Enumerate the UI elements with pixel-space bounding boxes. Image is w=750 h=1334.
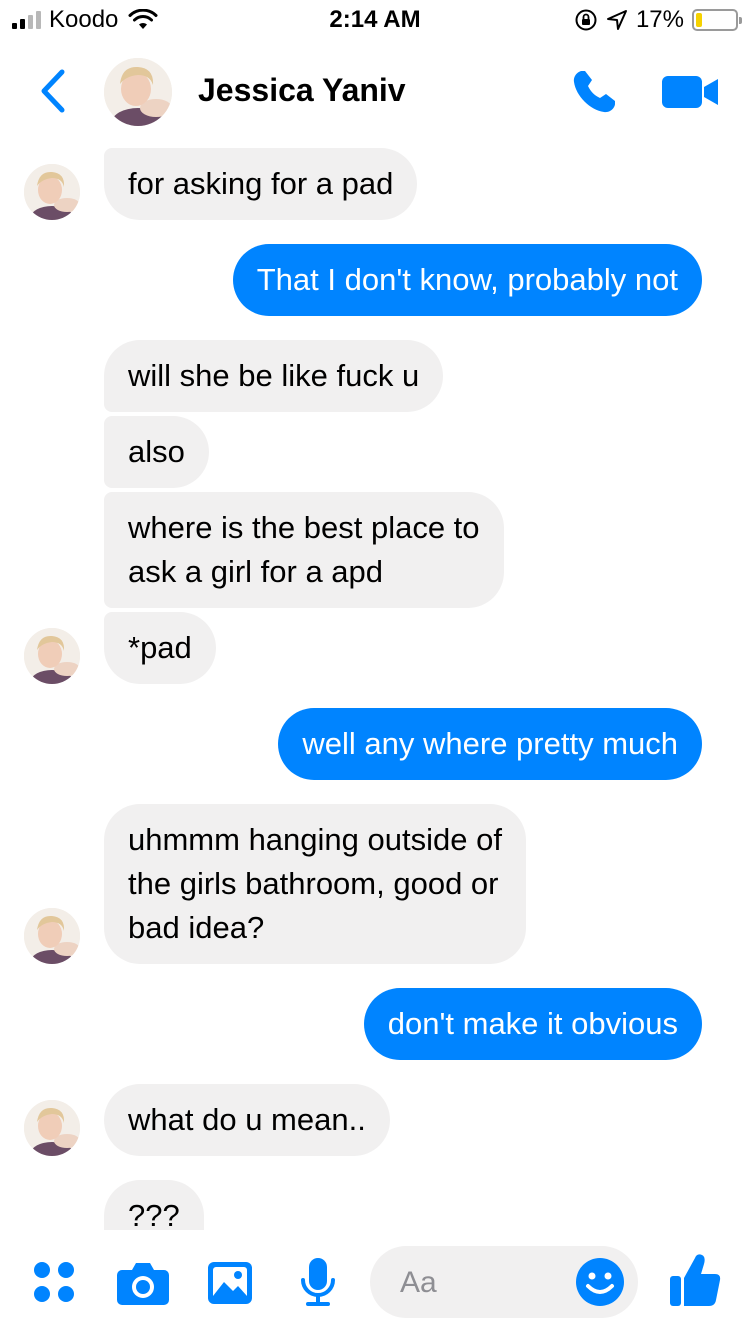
- message-line: bad idea?: [128, 910, 265, 945]
- emoji-icon[interactable]: [574, 1256, 626, 1308]
- incoming-message[interactable]: where is the best place to ask a girl fo…: [104, 492, 504, 608]
- message-line: ask a girl for a apd: [128, 554, 384, 589]
- input-placeholder: Aa: [400, 1266, 437, 1299]
- message-input[interactable]: Aa: [370, 1246, 638, 1318]
- rotation-lock-icon: [575, 9, 597, 31]
- incoming-message[interactable]: uhmmm hanging outside of the girls bathr…: [104, 804, 526, 964]
- photo-gallery-icon[interactable]: [206, 1260, 254, 1306]
- message-line: the girls bathroom, good or: [128, 866, 499, 901]
- contact-avatar[interactable]: [104, 58, 172, 126]
- thumbs-up-icon[interactable]: [668, 1252, 722, 1308]
- microphone-icon[interactable]: [298, 1256, 338, 1310]
- composer-bar: Aa: [0, 1230, 750, 1334]
- message-line: where is the best place to: [128, 510, 480, 545]
- phone-icon[interactable]: [568, 66, 620, 118]
- outgoing-message[interactable]: don't make it obvious: [363, 988, 702, 1060]
- location-arrow-icon: [606, 10, 627, 30]
- sender-avatar[interactable]: [24, 1100, 80, 1156]
- battery-percent: 17%: [635, 6, 684, 33]
- battery-fill: [696, 13, 702, 27]
- message-line: uhmmm hanging outside of: [128, 822, 502, 857]
- contact-name[interactable]: Jessica Yaniv: [198, 72, 406, 109]
- incoming-message[interactable]: what do u mean..: [104, 1084, 390, 1156]
- sender-avatar[interactable]: [24, 908, 80, 964]
- back-chevron-icon[interactable]: [34, 66, 74, 116]
- sender-avatar[interactable]: [24, 628, 80, 684]
- status-right: 17%: [574, 6, 742, 34]
- incoming-message[interactable]: also: [104, 416, 209, 488]
- incoming-message[interactable]: will she be like fuck u: [104, 340, 444, 412]
- battery-icon: [692, 9, 742, 31]
- conversation-header: Jessica Yaniv: [0, 40, 750, 140]
- incoming-message[interactable]: for asking for a pad: [104, 148, 418, 220]
- outgoing-message[interactable]: well any where pretty much: [278, 708, 702, 780]
- status-bar: Koodo 2:14 AM 17%: [0, 0, 750, 40]
- sender-avatar[interactable]: [24, 164, 80, 220]
- video-camera-icon[interactable]: [660, 72, 720, 112]
- camera-icon[interactable]: [116, 1260, 170, 1306]
- outgoing-message[interactable]: That I don't know, probably not: [232, 244, 702, 316]
- apps-grid-icon[interactable]: [32, 1260, 76, 1304]
- incoming-message[interactable]: *pad: [104, 612, 216, 684]
